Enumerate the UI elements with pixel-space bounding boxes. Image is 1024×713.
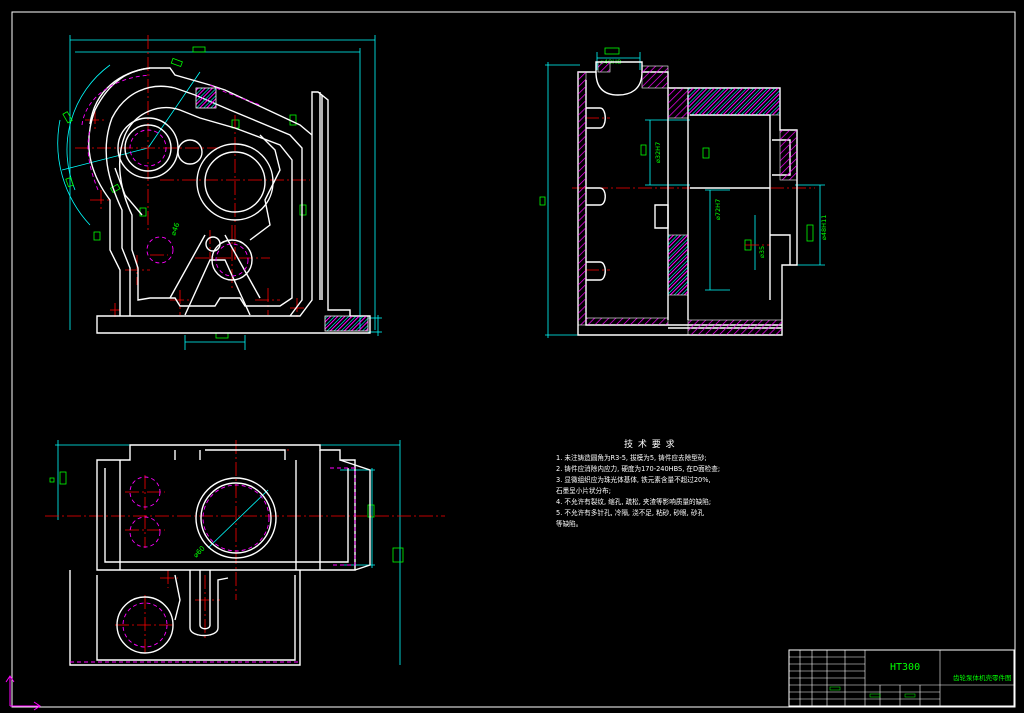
section-dim-2: ⌀72H7 — [714, 199, 722, 220]
cad-drawing-canvas: ⌀46 ⌀40H8 ⌀32H7 ⌀72H7 ⌀35 ⌀48H11 ⌀60 技 术… — [5, 11, 1016, 711]
tech-req-item-2: 2. 铸件应消除内应力, 硬度为170-240HBS, 在D面检查; — [556, 464, 720, 473]
tech-req-title: 技 术 要 求 — [624, 438, 676, 450]
front-hole-dim: ⌀46 — [169, 221, 181, 237]
top-view: ⌀60 — [45, 440, 445, 666]
top-view-circle-dim: ⌀60 — [192, 544, 207, 559]
section-view: ⌀40H8 ⌀32H7 ⌀72H7 ⌀35 ⌀48H11 — [539, 47, 828, 338]
tech-req-item-7: 等缺陷。 — [556, 519, 582, 528]
section-dim-1: ⌀32H7 — [654, 142, 662, 163]
tech-req-item-5: 4. 不允许有裂纹, 缩孔, 疏松, 夹渣等影响质量的缺陷; — [556, 497, 711, 506]
title-block: HT300 齿轮泵体机壳零件图 — [788, 649, 1015, 707]
title-block-material: HT300 — [890, 662, 920, 673]
section-dim-3: ⌀35 — [758, 246, 766, 258]
tech-req-item-6: 5. 不允许有多针孔, 冷隔, 浇不足, 粘砂, 砂眼, 砂孔 — [556, 508, 704, 517]
title-block-drawing-name: 齿轮泵体机壳零件图 — [953, 673, 1012, 682]
front-view: ⌀46 — [57, 35, 382, 350]
tech-req-item-4: 石墨呈小片状分布; — [556, 486, 611, 495]
tech-req-item-1: 1. 未注铸造圆角为R3-5, 拔模为5, 铸件应去除型砂; — [556, 453, 707, 462]
ucs-axis-icon — [5, 675, 41, 711]
tech-req-item-3: 3. 显微组织应为珠光体基体, 铁元素含量不超过20%, — [556, 475, 711, 484]
section-dim-4: ⌀48H11 — [820, 215, 828, 240]
technical-requirements: 技 术 要 求 1. 未注铸造圆角为R3-5, 拔模为5, 铸件应去除型砂; 2… — [556, 438, 720, 528]
